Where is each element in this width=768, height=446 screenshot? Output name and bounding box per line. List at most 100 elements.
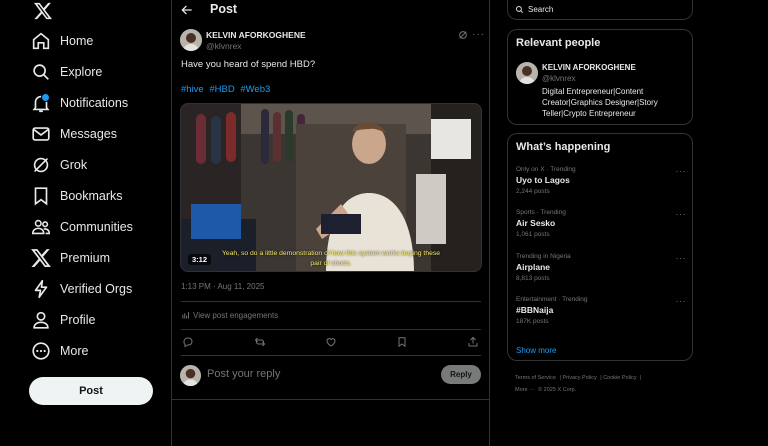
trend-name: Air Sesko: [516, 218, 556, 228]
people-icon: [31, 219, 51, 235]
footer-link[interactable]: Terms of Service: [515, 375, 556, 381]
nav-label: Home: [60, 34, 94, 48]
trend-posts: 2,244 posts: [516, 188, 550, 195]
nav-label: Communities: [60, 220, 133, 234]
relevant-people-panel: Relevant people KELVIN AFORKOGHENE @klvn…: [507, 29, 693, 125]
trend-name: #BBNaija: [516, 305, 554, 315]
nav-grok[interactable]: Grok: [30, 151, 87, 179]
nav-explore[interactable]: Explore: [30, 58, 102, 86]
home-icon: [32, 32, 50, 50]
avatar-image: [180, 365, 201, 386]
nav-label: Messages: [60, 127, 117, 141]
hashtag-link[interactable]: #hive: [181, 84, 204, 95]
nav-home[interactable]: Home: [30, 27, 93, 55]
divider: [172, 399, 490, 400]
show-more-link[interactable]: Show more: [516, 346, 556, 355]
bookmark-icon[interactable]: [396, 336, 408, 348]
person-handle[interactable]: @klvnrex: [542, 74, 575, 83]
trend-item[interactable]: Entertainment · Trending #BBNaija 187K p…: [516, 296, 686, 325]
footer-link[interactable]: Cookie Policy: [603, 375, 636, 381]
nav-label: Explore: [60, 65, 103, 79]
reply-button[interactable]: Reply: [441, 365, 481, 384]
video-player[interactable]: Yeah, so do a little demonstration of ho…: [180, 103, 482, 272]
trend-item[interactable]: Only on X · Trending Uyo to Lagos 2,244 …: [516, 166, 686, 195]
avatar-image: [180, 29, 202, 51]
panel-title: What’s happening: [516, 141, 611, 153]
nav-label: Notifications: [60, 96, 129, 110]
video-caption: Yeah, so do a little demonstration of ho…: [221, 250, 441, 267]
nav-verified-orgs[interactable]: Verified Orgs: [30, 275, 132, 303]
repost-icon[interactable]: [254, 336, 266, 348]
left-sidebar: Home Explore Notifications Messages Grok…: [0, 0, 172, 446]
more-options-icon[interactable]: ···: [676, 166, 687, 176]
envelope-icon: [32, 127, 50, 141]
nav-bookmarks[interactable]: Bookmarks: [30, 182, 123, 210]
author-name[interactable]: KELVIN AFORKOGHENE: [206, 30, 306, 40]
author-handle[interactable]: @klvnrex: [206, 41, 242, 51]
avatar: [180, 365, 201, 386]
trend-name: Airplane: [516, 262, 551, 272]
x-logo-icon: [31, 249, 51, 267]
post-column: Post KELVIN AFORKOGHENE @klvnrex ··· Hav…: [172, 0, 490, 446]
reply-input[interactable]: Post your reply: [207, 368, 280, 380]
grok-icon: [33, 157, 49, 173]
person-icon: [33, 311, 49, 329]
trend-name: Uyo to Lagos: [516, 175, 570, 185]
post-hashtags: #hive #HBD #Web3: [181, 84, 273, 95]
video-duration: 3:12: [188, 254, 212, 265]
search-icon: [516, 6, 524, 14]
nav-label: Profile: [60, 313, 96, 327]
nav-label: Grok: [60, 158, 88, 172]
back-arrow-icon[interactable]: [180, 3, 194, 17]
footer: Terms of Service | Privacy Policy | Cook…: [515, 375, 642, 393]
more-options-icon[interactable]: ···: [676, 209, 687, 219]
lightning-icon: [34, 279, 48, 299]
copyright: © 2025 X Corp.: [538, 387, 577, 393]
trend-posts: 8,813 posts: [516, 275, 550, 282]
search-icon: [33, 64, 49, 80]
nav-premium[interactable]: Premium: [30, 244, 110, 272]
nav-label: Verified Orgs: [60, 282, 133, 296]
view-engagements-link[interactable]: View post engagements: [181, 311, 278, 320]
nav-messages[interactable]: Messages: [30, 120, 117, 148]
hashtag-link[interactable]: #HBD: [209, 84, 234, 95]
trend-meta: Only on X · Trending: [516, 166, 576, 173]
like-icon[interactable]: [325, 336, 337, 348]
person-name[interactable]: KELVIN AFORKOGHENE: [542, 63, 636, 72]
share-icon[interactable]: [467, 336, 479, 348]
search-bar[interactable]: [507, 0, 693, 20]
nav-label: Bookmarks: [60, 189, 123, 203]
engagements-label: View post engagements: [193, 311, 279, 320]
avatar[interactable]: [180, 29, 202, 51]
footer-more-link[interactable]: More ···: [515, 387, 535, 393]
divider: [181, 355, 481, 356]
avatar[interactable]: [516, 62, 538, 84]
trend-posts: 1,061 posts: [516, 231, 550, 238]
reply-icon[interactable]: [182, 336, 194, 348]
trend-meta: Trending in Nigeria: [516, 253, 571, 260]
more-options-icon[interactable]: ···: [676, 296, 687, 306]
more-options-icon[interactable]: ···: [472, 29, 485, 40]
trend-posts: 187K posts: [516, 318, 549, 325]
more-circle-icon: [32, 342, 50, 360]
post-timestamp[interactable]: 1:13 PM · Aug 11, 2025: [181, 282, 264, 291]
nav-more[interactable]: More: [30, 337, 88, 365]
video-frame: [181, 104, 481, 271]
search-input[interactable]: [528, 5, 678, 14]
panel-title: Relevant people: [516, 37, 601, 49]
nav-profile[interactable]: Profile: [30, 306, 95, 334]
page-title: Post: [210, 2, 238, 16]
nav-communities[interactable]: Communities: [30, 213, 133, 241]
trend-meta: Entertainment · Trending: [516, 296, 588, 303]
trending-panel: What’s happening Only on X · Trending Uy…: [507, 133, 693, 361]
footer-link[interactable]: Privacy Policy: [562, 375, 596, 381]
more-options-icon[interactable]: ···: [676, 253, 687, 263]
person-bio: Digital Entrepreneur|Content Creator|Gra…: [542, 87, 658, 118]
trend-item[interactable]: Trending in Nigeria Airplane 8,813 posts…: [516, 253, 686, 282]
x-logo-icon[interactable]: [33, 1, 53, 21]
hashtag-link[interactable]: #Web3: [240, 84, 270, 95]
post-button[interactable]: Post: [29, 377, 153, 405]
divider: [181, 301, 481, 302]
trend-item[interactable]: Sports · Trending Air Sesko 1,061 posts …: [516, 209, 686, 238]
grok-icon[interactable]: [458, 30, 468, 40]
